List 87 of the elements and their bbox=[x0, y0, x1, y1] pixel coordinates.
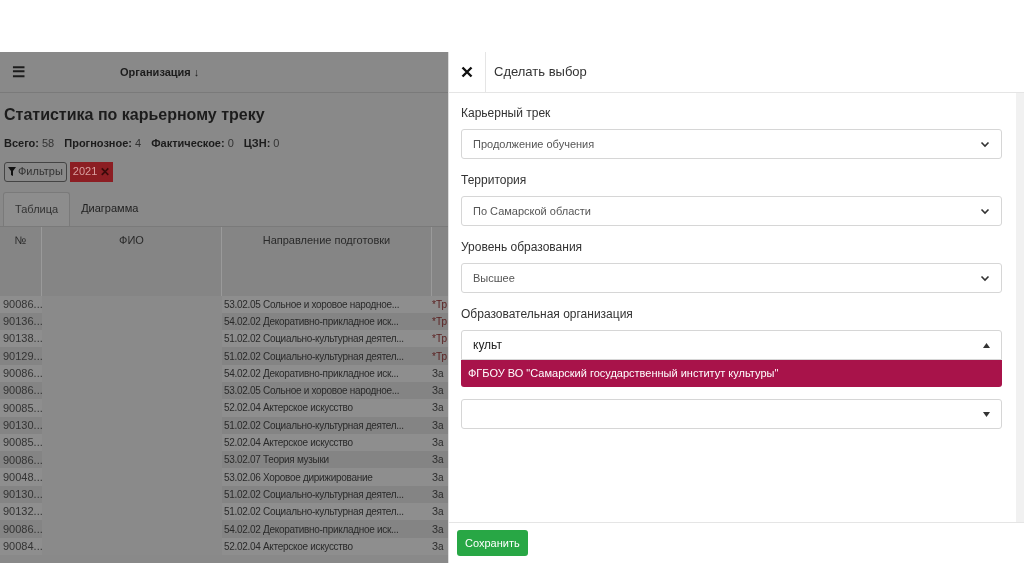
combobox-value: культ bbox=[473, 337, 502, 354]
stat-value: 58 bbox=[42, 136, 55, 151]
panel-title: Сделать выбор bbox=[494, 63, 587, 82]
filter-icon bbox=[8, 167, 16, 176]
chevron-down-icon bbox=[980, 206, 990, 216]
select-field[interactable]: Высшее bbox=[461, 263, 1002, 293]
caret-down-icon bbox=[983, 411, 990, 417]
stat-label: Фактическое: bbox=[151, 136, 225, 151]
table-cell-text: 54.02.02 Декоративно-прикладное иск... bbox=[223, 314, 400, 329]
table-cell-text: 53.02.06 Хоровое дирижирование bbox=[223, 470, 374, 485]
table-cell-text: 51.02.02 Социально-культурная деятел... bbox=[223, 332, 405, 347]
field-label: Уровень образования bbox=[461, 239, 584, 256]
combobox-field[interactable] bbox=[461, 399, 1002, 429]
table-cell-text: За bbox=[432, 436, 444, 450]
table-cell-text: 52.02.04 Актерское искусство bbox=[223, 539, 354, 554]
table-cell-text: 90136... bbox=[2, 314, 42, 330]
stat-label: Всего: bbox=[4, 136, 39, 151]
table-cell-text: 90085... bbox=[2, 400, 42, 416]
table-cell-text: 90138... bbox=[2, 331, 42, 347]
table-cell-text: 51.02.02 Социально-культурная деятел... bbox=[223, 487, 405, 502]
select-field[interactable]: Продолжение обучения bbox=[461, 129, 1002, 159]
save-button[interactable]: Сохранить bbox=[457, 530, 528, 556]
stat-value: 4 bbox=[135, 136, 142, 151]
column-header: ФИО bbox=[42, 226, 222, 296]
table-cell-text: 90130... bbox=[2, 417, 42, 433]
select-value: Продолжение обучения bbox=[473, 136, 595, 152]
table-cell-text: *Тр bbox=[432, 297, 447, 312]
stat-label: ЦЗН: bbox=[243, 136, 271, 151]
table-cell-text: 90132... bbox=[2, 504, 42, 520]
table-cell-text: За bbox=[432, 522, 444, 537]
table-cell-text: 54.02.02 Декоративно-прикладное иск... bbox=[223, 366, 400, 381]
select-value: Высшее bbox=[473, 270, 515, 286]
stat-value: 0 bbox=[227, 136, 234, 151]
chevron-down-icon bbox=[980, 139, 990, 149]
menu-icon[interactable]: ☰ bbox=[12, 60, 32, 84]
organization-sort-button[interactable]: Организация ↓ bbox=[120, 63, 200, 81]
table-cell-text: 51.02.02 Социально-культурная деятел... bbox=[223, 349, 405, 364]
table-cell-text: 90086... bbox=[2, 521, 42, 537]
tab[interactable]: Диаграмма bbox=[70, 191, 150, 226]
table-cell-text: *Тр bbox=[432, 332, 447, 347]
table-cell-text: За bbox=[432, 401, 444, 416]
close-icon[interactable] bbox=[461, 66, 473, 78]
tab[interactable]: Таблица bbox=[3, 191, 71, 226]
table-cell-text: 90086... bbox=[2, 452, 42, 468]
combobox-field[interactable]: культ bbox=[461, 330, 1002, 360]
column-header: № bbox=[0, 226, 42, 296]
filter-tag-label: 2021 bbox=[72, 164, 98, 180]
select-value: По Самарской области bbox=[473, 203, 591, 219]
dropdown-option[interactable]: ФГБОУ ВО "Самарский государственный институт культуры" bbox=[461, 360, 1002, 387]
table-cell-text: 90085... bbox=[2, 435, 42, 451]
table-cell-text: 53.02.07 Теория музыки bbox=[223, 453, 330, 468]
table-cell-text: За bbox=[432, 453, 444, 468]
field-label: Карьерный трек bbox=[461, 105, 552, 122]
page-title: Статистика по карьерному треку bbox=[4, 105, 266, 125]
table-cell-text: 90130... bbox=[2, 487, 42, 503]
stat-value: 0 bbox=[273, 136, 280, 151]
table-cell-text: За bbox=[432, 366, 444, 381]
scrollbar[interactable] bbox=[1016, 93, 1024, 522]
table-cell-text: За bbox=[432, 384, 444, 399]
table-cell-text: 54.02.02 Декоративно-прикладное иск... bbox=[223, 522, 400, 537]
caret-up-icon bbox=[983, 342, 990, 348]
field-label: Территория bbox=[461, 172, 528, 189]
table-cell-text: 51.02.02 Социально-культурная деятел... bbox=[223, 505, 405, 520]
table-cell-text: За bbox=[432, 418, 444, 433]
table-cell-text: 90084... bbox=[2, 539, 42, 555]
chevron-down-icon bbox=[980, 273, 990, 283]
table-cell-text: 53.02.05 Сольное и хоровое народное... bbox=[223, 384, 401, 399]
table-cell-text: За bbox=[432, 539, 444, 554]
table-cell-text: 52.02.04 Актерское искусство bbox=[223, 436, 354, 450]
table-cell-text: *Тр bbox=[432, 314, 447, 329]
table-cell-text: За bbox=[432, 487, 444, 502]
table-cell-text: 53.02.05 Сольное и хоровое народное... bbox=[223, 297, 401, 312]
table-cell-text: 51.02.02 Социально-культурная деятел... bbox=[223, 418, 405, 433]
stat-label: Прогнозное: bbox=[64, 136, 132, 151]
table-cell-text: 90086... bbox=[2, 366, 42, 382]
table-cell-text: 52.02.04 Актерское искусство bbox=[223, 401, 354, 416]
table-cell-text: *Тр bbox=[432, 349, 447, 364]
table-cell-text: 90129... bbox=[2, 348, 42, 364]
select-field[interactable]: По Самарской области bbox=[461, 196, 1002, 226]
table-cell-text: За bbox=[432, 505, 444, 520]
field-label: Образовательная организация bbox=[461, 306, 634, 323]
column-header: Направление подготовки bbox=[222, 226, 432, 296]
table-cell-text: 90086... bbox=[2, 383, 42, 399]
table-cell-text: 90048... bbox=[2, 469, 42, 485]
table-cell-text: За bbox=[432, 470, 444, 485]
table-cell-text: 90086... bbox=[2, 296, 42, 312]
filters-button[interactable]: Фильтры bbox=[4, 161, 67, 182]
